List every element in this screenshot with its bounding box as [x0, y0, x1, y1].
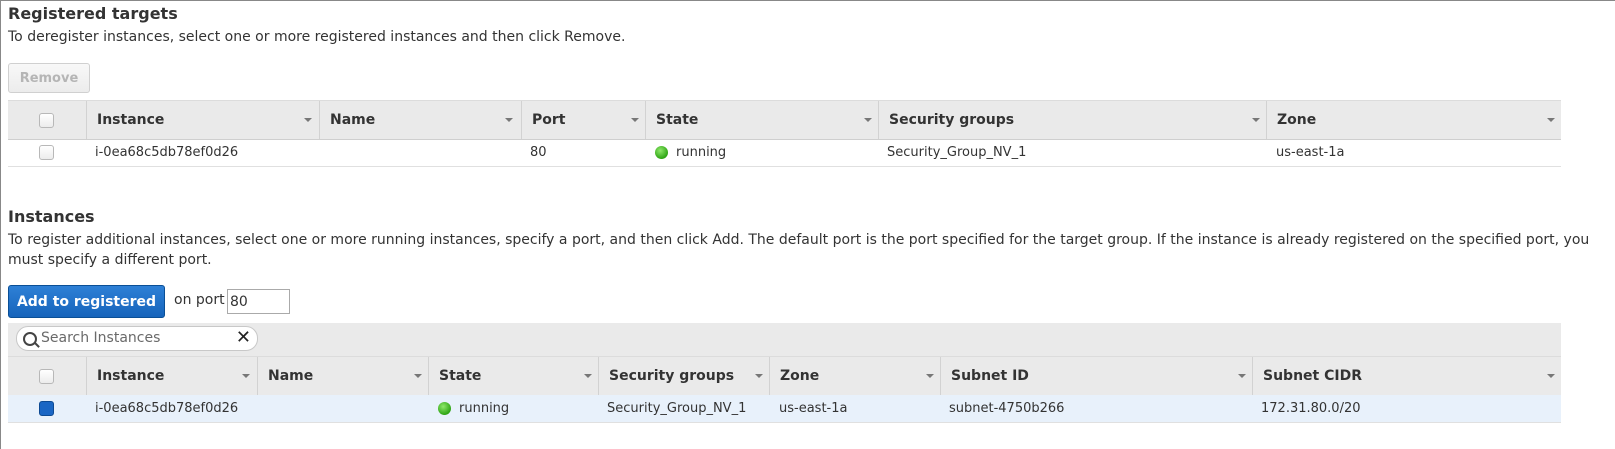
column-subnet-cidr[interactable]: Subnet CIDR — [1252, 357, 1561, 395]
registered-targets-description: To deregister instances, select one or m… — [8, 29, 626, 45]
sort-arrow-icon — [304, 118, 312, 122]
column-security-groups-label: Security groups — [609, 368, 735, 384]
row-select-cell — [8, 139, 85, 166]
sort-arrow-icon — [584, 374, 592, 378]
sort-arrow-icon — [1238, 374, 1246, 378]
select-all-instances-cell — [8, 357, 85, 395]
sort-arrow-icon — [1547, 374, 1555, 378]
state-label: running — [676, 145, 727, 160]
instances-table-header: Instance Name State Security groups Zone… — [8, 356, 1561, 396]
sort-arrow-icon — [864, 118, 872, 122]
column-zone-label: Zone — [1277, 112, 1317, 128]
running-status-icon — [438, 402, 451, 415]
column-port-label: Port — [532, 112, 566, 128]
remove-button[interactable]: Remove — [8, 63, 90, 93]
column-name-label: Name — [330, 112, 376, 128]
search-placeholder: Search Instances — [41, 330, 161, 346]
select-all-instances-checkbox[interactable] — [39, 368, 54, 384]
registered-targets-title: Registered targets — [8, 4, 178, 23]
cell-subnet-cidr: 172.31.80.0/20 — [1261, 401, 1361, 416]
cell-security-groups: Security_Group_NV_1 — [607, 401, 747, 416]
cell-subnet-id: subnet-4750b266 — [949, 401, 1065, 416]
column-subnet-id-label: Subnet ID — [951, 368, 1029, 384]
table-row[interactable]: i-0ea68c5db78ef0d26 running Security_Gro… — [8, 395, 1561, 423]
cell-state: running — [438, 395, 509, 422]
cell-zone: us-east-1a — [779, 401, 848, 416]
column-zone-label: Zone — [780, 368, 820, 384]
sort-arrow-icon — [414, 374, 422, 378]
cell-state: running — [655, 139, 726, 166]
column-zone[interactable]: Zone — [1266, 101, 1561, 139]
sort-arrow-icon — [1252, 118, 1260, 122]
sort-arrow-icon — [631, 118, 639, 122]
cell-port: 80 — [530, 145, 547, 160]
column-security-groups[interactable]: Security groups — [598, 357, 769, 395]
column-state-label: State — [439, 368, 482, 384]
on-port-label: on port — [174, 292, 225, 308]
port-input[interactable] — [227, 289, 290, 314]
instances-description-line1: To register additional instances, select… — [8, 232, 1590, 248]
column-state[interactable]: State — [645, 101, 878, 139]
row-select-cell — [8, 395, 85, 422]
column-name[interactable]: Name — [319, 101, 519, 139]
search-instances-input[interactable]: Search Instances ✕ — [16, 326, 258, 351]
sort-arrow-icon — [755, 374, 763, 378]
column-instance[interactable]: Instance — [86, 357, 256, 395]
column-security-groups[interactable]: Security groups — [878, 101, 1266, 139]
row-checkbox[interactable] — [39, 145, 54, 160]
state-label: running — [459, 401, 510, 416]
clear-search-icon[interactable]: ✕ — [236, 328, 251, 348]
column-subnet-cidr-label: Subnet CIDR — [1263, 368, 1362, 384]
column-security-groups-label: Security groups — [889, 112, 1015, 128]
cell-instance: i-0ea68c5db78ef0d26 — [95, 145, 239, 160]
table-row[interactable]: i-0ea68c5db78ef0d26 80 running Security_… — [8, 139, 1561, 167]
instances-title: Instances — [8, 207, 95, 226]
search-icon — [23, 332, 37, 346]
column-state[interactable]: State — [428, 357, 598, 395]
instances-description-line2: must specify a different port. — [8, 252, 212, 268]
column-instance[interactable]: Instance — [86, 101, 318, 139]
registered-table-header: Instance Name Port State Security groups… — [8, 100, 1561, 140]
column-port[interactable]: Port — [521, 101, 645, 139]
sort-arrow-icon — [505, 118, 513, 122]
cell-security-groups: Security_Group_NV_1 — [887, 145, 1027, 160]
cell-instance: i-0ea68c5db78ef0d26 — [95, 401, 239, 416]
column-zone[interactable]: Zone — [769, 357, 940, 395]
search-toolbar: Search Instances ✕ — [8, 323, 1561, 356]
column-instance-label: Instance — [97, 112, 165, 128]
select-all-registered-cell — [8, 101, 85, 139]
select-all-registered-checkbox[interactable] — [39, 112, 54, 128]
add-to-registered-button[interactable]: Add to registered — [8, 285, 165, 318]
cell-zone: us-east-1a — [1276, 145, 1345, 160]
row-checkbox[interactable] — [39, 401, 54, 416]
sort-arrow-icon — [242, 374, 250, 378]
column-instance-label: Instance — [97, 368, 165, 384]
sort-arrow-icon — [1547, 118, 1555, 122]
sort-arrow-icon — [926, 374, 934, 378]
column-state-label: State — [656, 112, 699, 128]
column-name[interactable]: Name — [257, 357, 428, 395]
running-status-icon — [655, 146, 668, 159]
column-subnet-id[interactable]: Subnet ID — [940, 357, 1252, 395]
column-name-label: Name — [268, 368, 314, 384]
